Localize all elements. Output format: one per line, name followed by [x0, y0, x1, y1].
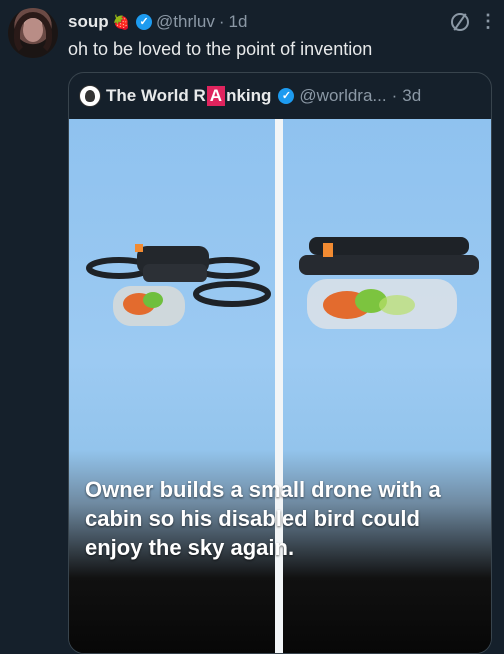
tweet-text: oh to be loved to the point of invention: [68, 39, 373, 59]
media-caption: Owner builds a small drone with a cabin …: [85, 477, 441, 560]
brand-prefix: The World R: [106, 86, 206, 105]
brand-highlight: A: [206, 86, 226, 106]
grok-icon[interactable]: [451, 12, 469, 31]
quoted-time[interactable]: 3d: [402, 86, 421, 106]
image-panel-left: [69, 119, 275, 653]
quoted-handle[interactable]: @worldra...: [299, 86, 386, 106]
author-name[interactable]: soup: [68, 12, 109, 32]
more-options-icon[interactable]: ⋮: [479, 11, 497, 32]
avatar-face: [23, 18, 43, 42]
quoted-avatar-icon[interactable]: [79, 85, 101, 107]
tweet-actions-top: ⋮: [451, 11, 497, 32]
brand-suffix: nking: [226, 86, 272, 105]
quoted-author-name[interactable]: The World R Anking: [106, 86, 271, 106]
tweet-post[interactable]: soup 🍓 ✓ @thrluv · 1d ⋮ oh to be loved t…: [0, 0, 504, 654]
media-image[interactable]: Owner builds a small drone with a cabin …: [69, 119, 491, 653]
quoted-header: The World R Anking ✓ @worldra... · 3d: [79, 85, 421, 107]
tweet-header: soup 🍓 ✓ @thrluv · 1d: [68, 11, 247, 33]
quoted-separator: ·: [391, 86, 398, 105]
post-time[interactable]: 1d: [229, 12, 248, 32]
verified-badge-icon: ✓: [278, 88, 295, 104]
drone-left-illustration: [86, 244, 271, 326]
separator-dot: ·: [218, 12, 225, 31]
verified-badge-icon: ✓: [136, 14, 153, 30]
image-panel-right: [283, 119, 491, 653]
image-divider: [275, 119, 283, 653]
author-avatar[interactable]: [8, 8, 58, 58]
author-handle[interactable]: @thrluv: [156, 12, 215, 32]
strawberry-emoji: 🍓: [112, 13, 131, 30]
quoted-tweet[interactable]: The World R Anking ✓ @worldra... · 3d Ow…: [68, 72, 492, 654]
drone-right-illustration: [299, 237, 479, 329]
